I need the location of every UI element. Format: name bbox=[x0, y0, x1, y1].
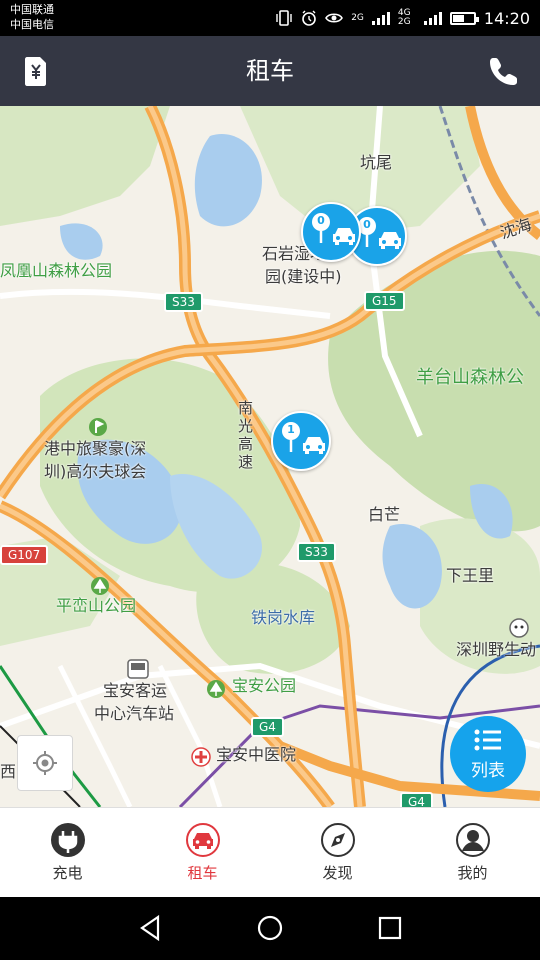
road-badge-g107: G107 bbox=[0, 545, 49, 565]
list-icon bbox=[474, 729, 501, 751]
plug-icon bbox=[50, 823, 85, 857]
status-bar: 中国联通 中国电信 2G 4G 2G 14:20 bbox=[0, 0, 540, 36]
marker-count: 1 bbox=[287, 423, 295, 436]
road-badge-s33-north: S33 bbox=[164, 292, 203, 312]
title-bar: 租车 bbox=[0, 36, 540, 106]
map-label-baoan-bus-1: 宝安客运 bbox=[103, 681, 168, 700]
road-badge-g15: G15 bbox=[364, 291, 405, 311]
car-icon bbox=[333, 228, 355, 245]
list-view-label: 列表 bbox=[471, 761, 505, 781]
tab-label: 发现 bbox=[322, 864, 353, 882]
map-label-xi: 西 bbox=[0, 762, 17, 781]
zoo-poi-icon bbox=[509, 618, 529, 638]
map-label-baoan-bus-2: 中心汽车站 bbox=[94, 704, 175, 723]
map-label-tiegang: 铁岗水库 bbox=[251, 608, 316, 627]
network-type-1: 2G bbox=[351, 13, 364, 23]
locate-button[interactable] bbox=[17, 735, 73, 791]
hospital-poi-icon bbox=[191, 747, 211, 767]
system-nav-bar bbox=[0, 897, 540, 960]
map-label-fenghuang: 凤凰山森林公园 bbox=[0, 261, 113, 280]
user-icon bbox=[455, 823, 490, 857]
map-label-yangtaishan: 羊台山森林公 bbox=[416, 367, 524, 388]
home-icon[interactable] bbox=[255, 913, 285, 943]
recents-icon[interactable] bbox=[375, 913, 405, 943]
map-label-baoan-park: 宝安公园 bbox=[232, 676, 297, 695]
park-poi-icon-2 bbox=[207, 680, 225, 698]
compass-icon bbox=[320, 823, 355, 857]
network-type-2: 4G 2G bbox=[397, 8, 411, 27]
battery-level bbox=[452, 14, 464, 22]
crosshair-icon bbox=[33, 751, 57, 775]
map-label-xiawangli: 下王里 bbox=[446, 566, 495, 585]
back-icon[interactable] bbox=[136, 913, 166, 943]
road-badge-s33-south: S33 bbox=[297, 542, 336, 562]
map-label-nanguang: 南光高速 bbox=[238, 399, 254, 471]
bus-poi-icon bbox=[127, 659, 149, 679]
map-label-shiyan-2: 园(建设中) bbox=[265, 267, 342, 286]
marker-count: 0 bbox=[317, 214, 325, 227]
signal-2-icon bbox=[423, 11, 442, 25]
car-icon bbox=[185, 823, 220, 857]
rental-station-marker[interactable]: 1 bbox=[271, 411, 331, 471]
map-view[interactable]: 坑尾 石岩湿地公 园(建设中) 凤凰山森林公园 沈海 羊台山森林公 南光高速 港… bbox=[0, 106, 540, 807]
road-badge-g4-west: G4 bbox=[251, 717, 284, 737]
tab-label: 租车 bbox=[187, 864, 218, 882]
tab-rent[interactable]: 租车 bbox=[135, 808, 270, 897]
map-label-pingluan: 平峦山公园 bbox=[56, 596, 137, 615]
tab-discover[interactable]: 发现 bbox=[270, 808, 405, 897]
eye-icon bbox=[325, 13, 344, 23]
list-view-button[interactable]: 列表 bbox=[450, 716, 526, 792]
vibrate-icon bbox=[276, 10, 292, 26]
carrier-info: 中国联通 中国电信 bbox=[10, 2, 54, 32]
map-label-gangzhong-1: 港中旅聚豪(深 bbox=[44, 439, 147, 458]
carrier-1: 中国联通 bbox=[10, 3, 54, 16]
page-title: 租车 bbox=[246, 57, 294, 85]
map-label-baoan-hospital: 宝安中医院 bbox=[216, 745, 297, 764]
tab-charge[interactable]: 充电 bbox=[0, 808, 135, 897]
map-label-kengwei: 坑尾 bbox=[360, 153, 393, 172]
phone-icon bbox=[490, 58, 517, 85]
battery-icon bbox=[449, 11, 479, 25]
status-icons: 2G 4G 2G 14:20 bbox=[275, 6, 530, 30]
signal-1-icon bbox=[371, 11, 390, 25]
car-icon bbox=[303, 437, 325, 454]
park-poi-icon bbox=[91, 577, 109, 595]
road-badge-g4-east: G4 bbox=[400, 792, 433, 807]
carrier-2: 中国电信 bbox=[10, 18, 54, 31]
tab-mine[interactable]: 我的 bbox=[405, 808, 540, 897]
map-label-shenzhen-wild: 深圳野生动 bbox=[456, 640, 537, 659]
car-icon bbox=[379, 232, 401, 249]
map-label-gangzhong-2: 圳)高尔夫球会 bbox=[44, 462, 147, 481]
call-button[interactable] bbox=[486, 53, 522, 89]
map-label-baimang: 白芒 bbox=[368, 505, 401, 524]
golf-poi-icon bbox=[89, 418, 107, 436]
clock: 14:20 bbox=[483, 8, 530, 28]
alarm-icon bbox=[302, 10, 316, 26]
tab-label: 我的 bbox=[457, 864, 488, 882]
bottom-tab-bar: 充电 租车 发现 我的 bbox=[0, 807, 540, 897]
tab-label: 充电 bbox=[52, 864, 83, 882]
rental-station-marker[interactable]: 0 bbox=[301, 202, 361, 262]
